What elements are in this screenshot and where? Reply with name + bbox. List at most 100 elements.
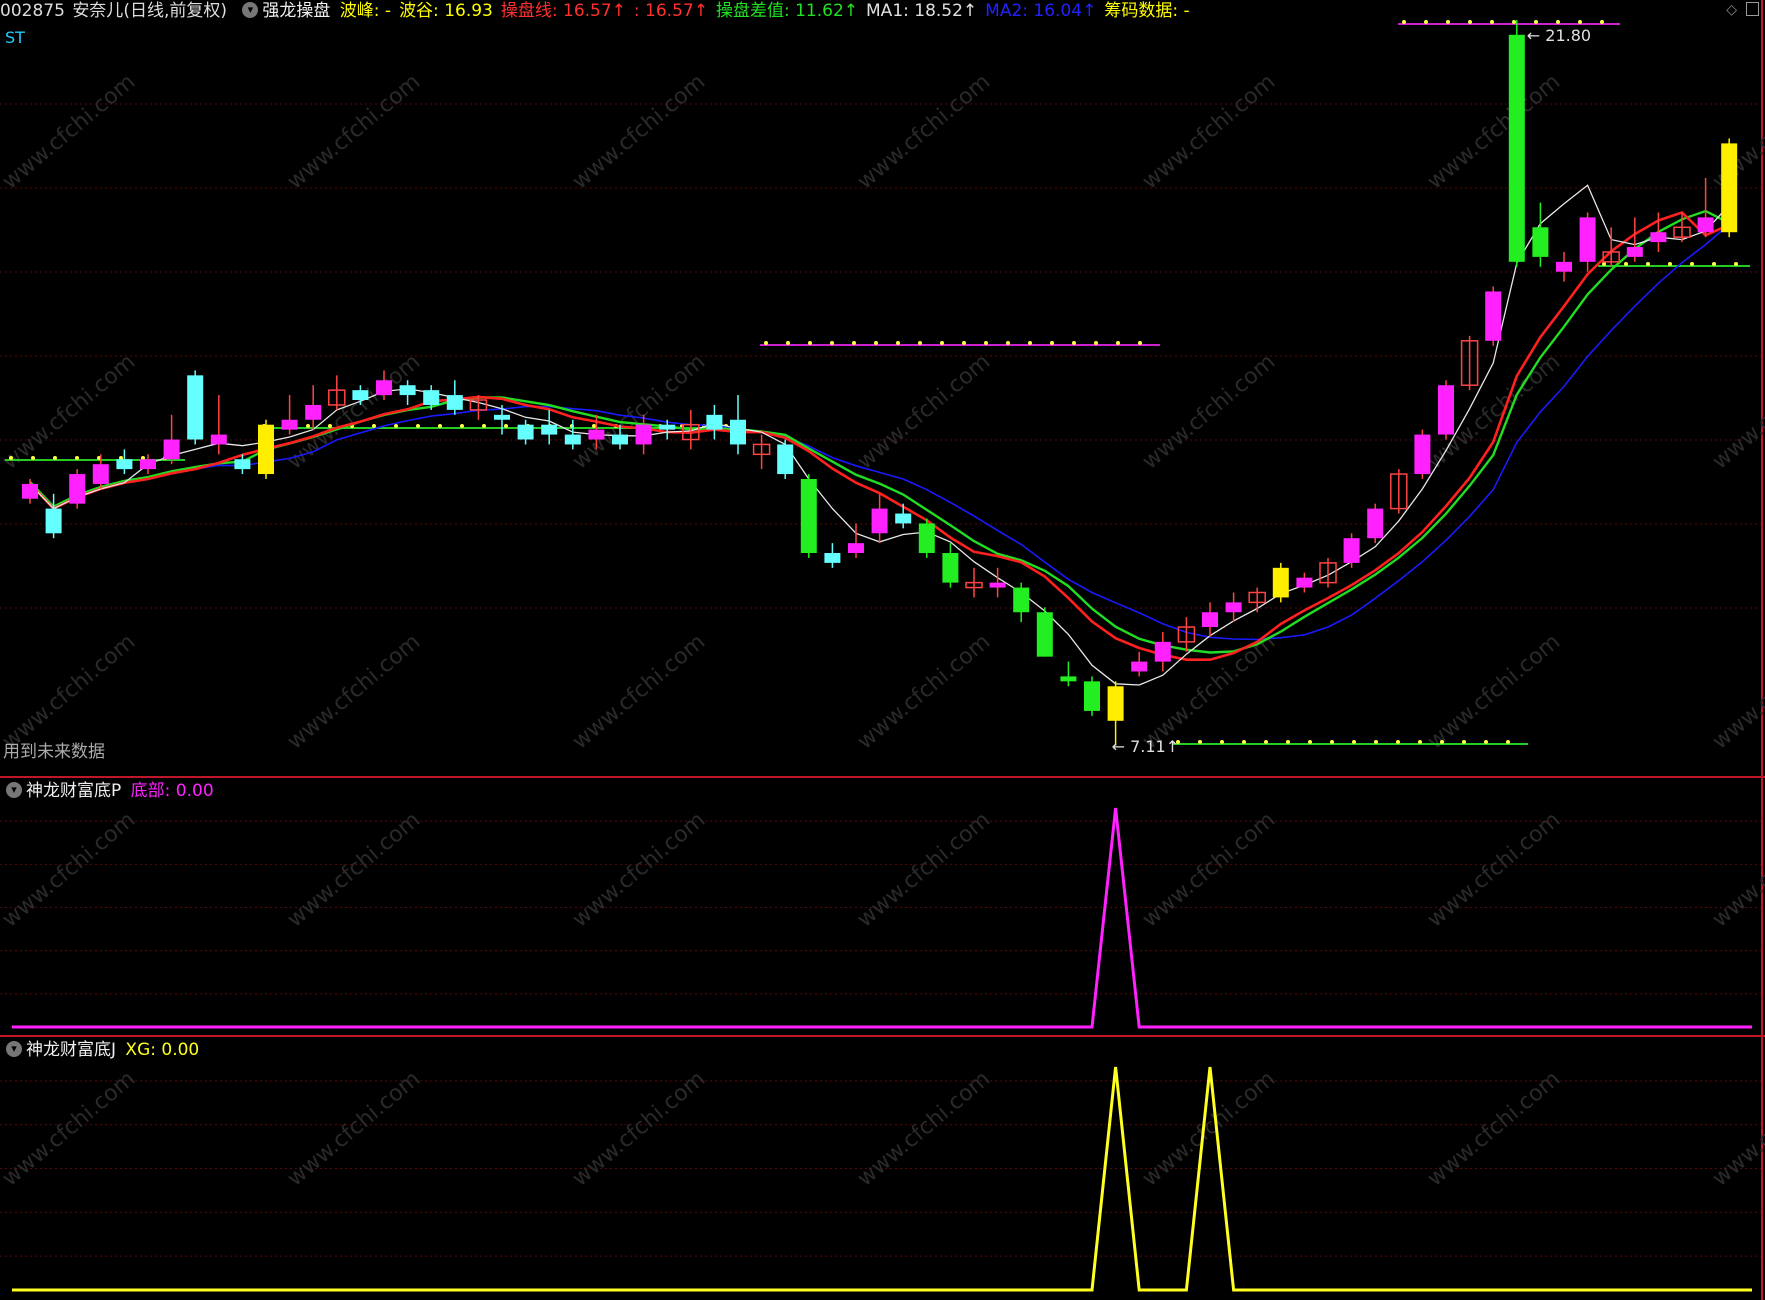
main-chart-panel[interactable]: www.cfchi.com www.cfchi.com www.cfchi.com w… [0, 0, 1765, 778]
indicator-j-chart[interactable]: www.cfchi.com www.cfchi.com www.cfchi.com w… [0, 1037, 1765, 1300]
candle-body [163, 439, 180, 460]
watermark-text: www.cfchi.com [1423, 69, 1565, 194]
watermark-text: www.cfchi.com [1138, 69, 1280, 194]
diamond-icon[interactable]: ◇ [1726, 2, 1737, 18]
candle-body [564, 434, 581, 445]
level-marker [438, 424, 442, 428]
candle-body [234, 459, 251, 470]
candle-body [423, 390, 440, 405]
level-marker [1668, 262, 1672, 266]
sub-panel-p-header: ▾ 神龙财富底P 底部: 0.00 [0, 780, 218, 802]
indicator-menu-icon[interactable]: ▾ [6, 782, 22, 798]
candle-body [1296, 577, 1313, 588]
level-marker [1600, 20, 1604, 24]
watermark-text: www.cfchi.com [1138, 807, 1280, 932]
watermark-text: www.cfchi.com [0, 807, 140, 932]
level-marker [1446, 20, 1450, 24]
candle-body [1367, 508, 1384, 539]
stock-code: 002875 [0, 1, 65, 21]
watermark-text: www.cfchi.com [568, 1066, 710, 1191]
level-marker [1198, 740, 1202, 744]
sub-panel-p-name[interactable]: 神龙财富底P [26, 781, 121, 801]
sub-panel-j-header: ▾ 神龙财富底J XG: 0.00 [0, 1039, 203, 1061]
header-values: 波峰: - 波谷: 16.93 操盘线: 16.57↑: 16.57↑ 操盘差值: 1… [340, 1, 1198, 21]
candle-body [1721, 143, 1738, 233]
indicator-menu-icon[interactable]: ▾ [242, 2, 259, 18]
level-marker [1116, 341, 1120, 345]
watermark-text: www.cfchi.com [283, 69, 425, 194]
header-value-2: 操盘线: 16.57↑ [500, 1, 626, 21]
candlestick-chart[interactable]: www.cfchi.com www.cfchi.com www.cfchi.com w… [0, 0, 1765, 778]
candle-body [140, 459, 156, 470]
candle-body [45, 508, 62, 534]
watermark-text: www.cfchi.com [1423, 629, 1565, 754]
level-marker [1578, 20, 1582, 24]
level-marker [940, 341, 944, 345]
level-marker [1646, 262, 1650, 266]
low-price-label: ← 7.11↑ [1112, 737, 1180, 756]
level-marker [1484, 740, 1488, 744]
candle-body [942, 553, 959, 583]
indicator-p-chart[interactable]: www.cfchi.com www.cfchi.com www.cfchi.com w… [0, 778, 1765, 1037]
candle-body [446, 395, 463, 410]
candle-body [1438, 385, 1454, 435]
indicator-menu-icon[interactable]: ▾ [6, 1041, 22, 1057]
level-marker [852, 341, 856, 345]
level-marker [1138, 341, 1142, 345]
candle-body [1508, 34, 1525, 262]
window-restore-icon[interactable] [1746, 2, 1759, 16]
level-marker [1462, 740, 1466, 744]
candle-body [1556, 261, 1572, 272]
watermark-text: www.cfchi.com [1423, 807, 1565, 932]
watermark-text: www.cfchi.com [1423, 1066, 1565, 1191]
watermark-text: www.cfchi.com [853, 1066, 995, 1191]
header-value-5: MA1: 18.52↑ [866, 1, 978, 21]
candle-body [1697, 217, 1714, 233]
candle-body [399, 385, 416, 396]
level-marker [1330, 740, 1334, 744]
candle-body [1579, 217, 1596, 262]
level-marker [808, 341, 812, 345]
watermark-text: www.cfchi.com [0, 1066, 140, 1191]
candle-body [588, 429, 605, 440]
sub-panel-j[interactable]: www.cfchi.com www.cfchi.com www.cfchi.com w… [0, 1037, 1765, 1300]
candle-body [116, 459, 133, 470]
level-marker [1374, 740, 1378, 744]
watermark-text: www.cfchi.com [283, 807, 425, 932]
candle-body [1272, 567, 1289, 598]
candle-body [1485, 291, 1502, 341]
level-marker [918, 341, 922, 345]
level-marker [1352, 740, 1356, 744]
candle-body [1343, 538, 1360, 563]
candle-body [494, 414, 510, 420]
candle-body [517, 424, 534, 440]
level-marker [416, 424, 420, 428]
sub-panel-j-name[interactable]: 神龙财富底J [26, 1040, 116, 1060]
candle-body [777, 444, 794, 475]
candle-body [541, 424, 558, 435]
header-value-4: 操盘差值: 11.62↑ [715, 1, 859, 21]
candle-body [92, 464, 109, 484]
sub-panel-j-series-value: 0.00 [155, 1040, 200, 1060]
watermark-text: www.cfchi.com [568, 349, 710, 474]
sub-panel-p[interactable]: www.cfchi.com www.cfchi.com www.cfchi.com w… [0, 778, 1765, 1037]
stock-name: 安奈儿 [72, 1, 124, 21]
level-marker [1490, 20, 1494, 24]
indicator-name[interactable]: 强龙操盘 [262, 1, 330, 21]
watermark-text: www.cfchi.com [1708, 1066, 1765, 1191]
candle-body [800, 478, 817, 554]
candle-body [1154, 641, 1171, 662]
watermark-text: www.cfchi.com [568, 629, 710, 754]
candle-body [1131, 661, 1148, 672]
watermark-text: www.cfchi.com [1708, 629, 1765, 754]
level-marker [31, 456, 35, 460]
candle-body [1060, 676, 1077, 682]
level-marker [764, 341, 768, 345]
level-marker [1512, 20, 1516, 24]
candle-body [1225, 602, 1242, 613]
candle-body [635, 424, 652, 445]
period-label: (日线,前复权) [123, 1, 227, 21]
candle-body [1202, 612, 1218, 628]
level-marker [9, 456, 13, 460]
watermark-text: www.cfchi.com [1708, 807, 1765, 932]
